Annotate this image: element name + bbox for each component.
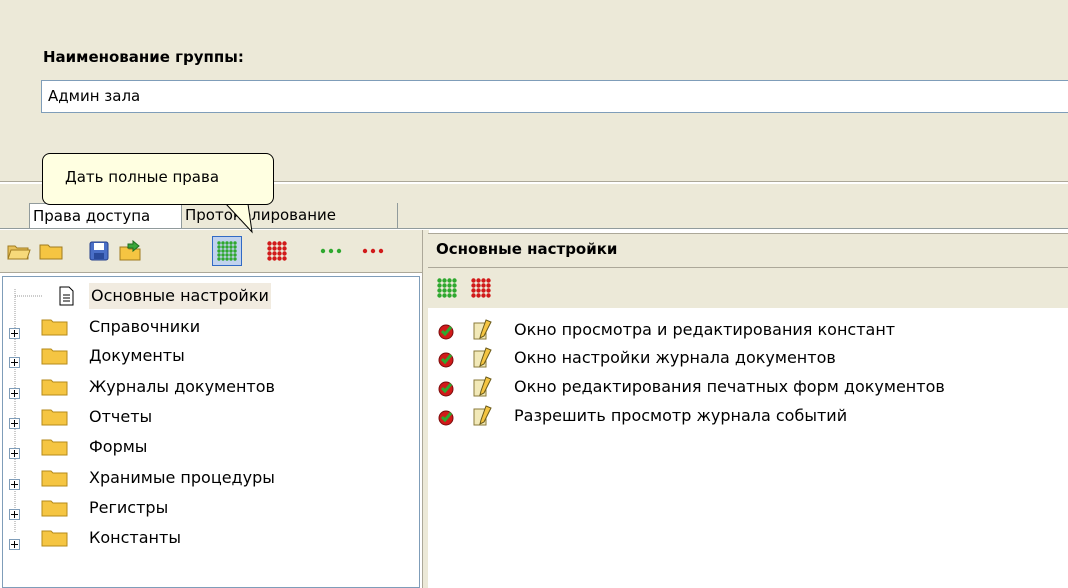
save-icon[interactable]: [84, 236, 114, 266]
right-toolbar: [428, 268, 1068, 308]
folder-icon: [41, 346, 69, 374]
edit-icon: [472, 319, 496, 350]
tree-item-label: Основные настройки: [89, 283, 271, 309]
expand-icon[interactable]: [9, 532, 20, 558]
tree-item-label: Хранимые процедуры: [89, 468, 275, 487]
group-name-label: Наименование группы:: [43, 48, 244, 66]
tree-item-label: Журналы документов: [89, 377, 275, 396]
status-granted-icon[interactable]: [437, 321, 455, 349]
expand-icon[interactable]: [9, 502, 20, 528]
revoke-full-rights-icon[interactable]: [262, 236, 292, 266]
status-granted-icon[interactable]: [437, 349, 455, 377]
expand-icon[interactable]: [9, 441, 20, 467]
folder-icon: [41, 437, 69, 465]
tree-item-label: Константы: [89, 528, 181, 547]
edit-icon: [472, 405, 496, 436]
permissions-tree[interactable]: Основные настройки Справочники Документы…: [2, 276, 420, 588]
folder-icon: [41, 317, 69, 345]
open-folder-icon[interactable]: [4, 236, 34, 266]
grant-green-dots-icon[interactable]: [316, 236, 346, 266]
tree-item-label: Справочники: [89, 317, 201, 336]
revoke-all-items-icon[interactable]: [466, 273, 496, 303]
tree-item-label: Отчеты: [89, 407, 153, 426]
edit-icon: [472, 347, 496, 378]
folder-icon: [41, 377, 69, 405]
tab-logging[interactable]: Протоколирование: [182, 203, 398, 229]
left-toolbar: [0, 230, 426, 273]
folder-icon: [41, 498, 69, 526]
status-granted-icon[interactable]: [437, 378, 455, 406]
tab-access-rights[interactable]: Права доступа: [29, 203, 182, 229]
list-item-label: Окно настройки журнала документов: [514, 348, 836, 367]
document-icon: [58, 286, 74, 314]
revoke-red-dots-icon[interactable]: [358, 236, 388, 266]
folder-icon: [41, 468, 69, 496]
tree-item-label: Регистры: [89, 498, 169, 517]
folder-icon: [41, 407, 69, 435]
tree-item-label: Документы: [89, 346, 185, 365]
section-title: Основные настройки: [428, 233, 1068, 268]
list-item-label: Окно просмотра и редактирования констант: [514, 320, 896, 339]
status-granted-icon[interactable]: [437, 407, 455, 435]
folder-icon[interactable]: [36, 236, 66, 266]
tooltip: Дать полные права: [42, 153, 274, 205]
expand-icon[interactable]: [9, 321, 20, 347]
tree-item-label: Формы: [89, 437, 148, 456]
expand-icon[interactable]: [9, 350, 20, 376]
grant-all-items-icon[interactable]: [432, 273, 462, 303]
expand-icon[interactable]: [9, 472, 20, 498]
list-item-label: Разрешить просмотр журнала событий: [514, 406, 848, 425]
edit-icon: [472, 376, 496, 407]
permissions-list: Окно просмотра и редактирования констант…: [428, 308, 1068, 588]
folder-icon: [41, 528, 69, 556]
group-name-input[interactable]: Админ зала: [41, 80, 1068, 113]
expand-icon[interactable]: [9, 411, 20, 437]
load-folder-icon[interactable]: [116, 236, 146, 266]
expand-icon[interactable]: [9, 381, 20, 407]
grant-full-rights-icon[interactable]: [212, 236, 242, 266]
list-item-label: Окно редактирования печатных форм докуме…: [514, 377, 945, 396]
